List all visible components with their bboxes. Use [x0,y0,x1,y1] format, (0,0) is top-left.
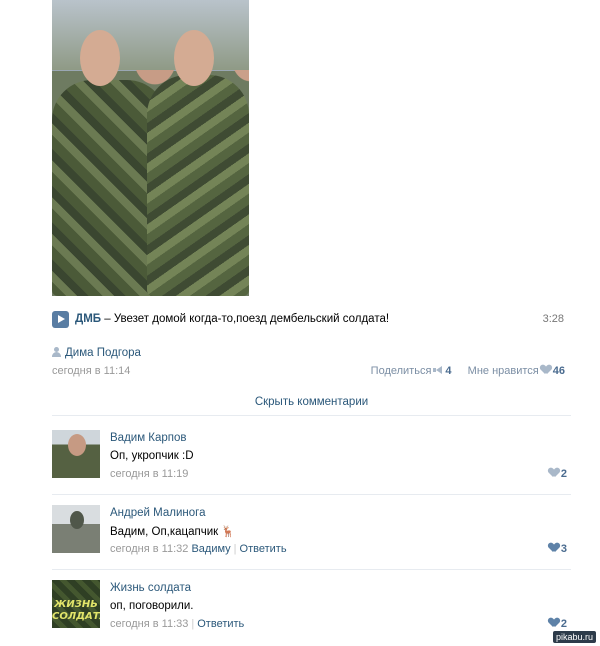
share-button[interactable]: Поделиться 4 [371,365,452,377]
share-label[interactable]: Поделиться [371,365,432,377]
avatar-text-line1: ЖИЗНЬ [54,599,98,610]
like-label[interactable]: Мне нравится [468,365,539,377]
like-count[interactable]: 46 [553,365,565,377]
photo-figure-right [147,75,249,296]
comment-time[interactable]: сегодня в 11:33 [110,618,188,630]
avatar[interactable] [52,505,100,553]
comment-text: Вадим, Оп,кацапчик [110,526,219,538]
heart-icon[interactable] [541,365,551,374]
comment-time[interactable]: сегодня в 11:32 [110,543,188,555]
comment-like-button[interactable]: 3 [547,543,567,555]
audio-duration: 3:28 [542,313,564,325]
divider [52,494,571,495]
audio-attachment[interactable]: ДМБ – Увезет домой когда-то,поезд дембел… [52,311,572,329]
comment-meta: сегодня в 11:19 [110,468,188,480]
avatar-text-line2: СОЛДАТА [52,611,100,622]
comment-like-count[interactable]: 2 [561,468,567,480]
avatar[interactable]: ЖИЗНЬ СОЛДАТА [52,580,100,628]
share-count[interactable]: 4 [445,365,451,377]
watermark: pikabu.ru [552,631,596,643]
megaphone-icon[interactable] [433,366,443,374]
comment-meta: сегодня в 11:32 Вадиму | Ответить [110,543,287,555]
comment-like-count[interactable]: 2 [561,618,567,630]
post-actions: Поделиться 4 Мне нравится 46 [371,365,565,377]
comment-like-button[interactable]: 2 [547,618,567,630]
photo-face-left [80,30,120,86]
comment-author[interactable]: Андрей Малинога [110,507,205,519]
comment-text: оп, поговорили. [110,600,194,612]
user-icon [52,347,61,357]
audio-title: Увезет домой когда-то,поезд дембельский … [113,313,390,325]
post-photo[interactable] [52,0,249,296]
comment-author[interactable]: Жизнь солдата [110,582,191,594]
reply-link[interactable]: Ответить [197,618,244,630]
comment-text: Оп, укропчик :D [110,450,194,462]
heart-icon[interactable] [549,618,559,627]
audio-dash: – [101,313,114,325]
photo-face-right [174,30,214,86]
post-time[interactable]: сегодня в 11:14 [52,365,130,377]
reply-to-link[interactable]: Вадиму [191,543,230,555]
avatar[interactable] [52,430,100,478]
post-author-name[interactable]: Дима Подгора [65,347,141,359]
heart-icon[interactable] [549,468,559,477]
play-icon[interactable] [52,311,69,328]
audio-track[interactable]: ДМБ – Увезет домой когда-то,поезд дембел… [75,313,389,325]
reply-link[interactable]: Ответить [240,543,287,555]
comment-time[interactable]: сегодня в 11:19 [110,468,188,480]
heart-icon[interactable] [549,543,559,552]
comment-author[interactable]: Вадим Карпов [110,432,187,444]
comment-like-count[interactable]: 3 [561,543,567,555]
comment-like-button[interactable]: 2 [547,468,567,480]
post-author[interactable]: Дима Подгора [52,347,141,359]
audio-artist[interactable]: ДМБ [75,313,101,325]
like-button[interactable]: Мне нравится 46 [468,365,565,377]
deer-icon: 🦌 [221,526,236,538]
divider [52,569,571,570]
comment-text-row: Вадим, Оп,кацапчик 🦌 [110,525,235,538]
hide-comments-link[interactable]: Скрыть комментарии [52,396,571,416]
comment-meta: сегодня в 11:33 | Ответить [110,618,245,630]
